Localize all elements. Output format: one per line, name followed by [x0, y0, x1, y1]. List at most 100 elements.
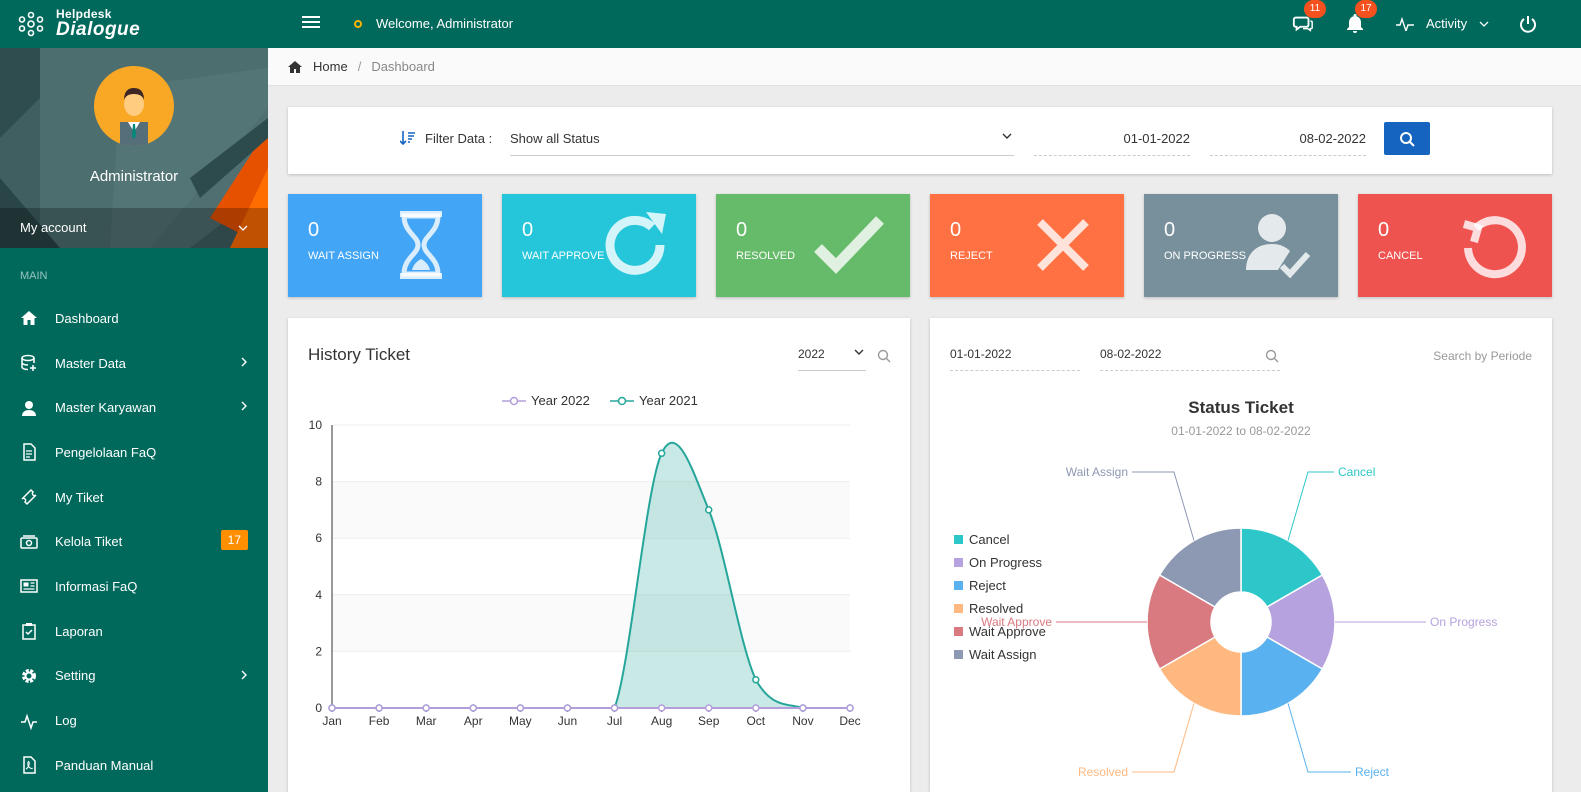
- data-point-year-2022[interactable]: [610, 704, 619, 712]
- pulse-icon: [20, 712, 38, 730]
- data-point-year-2022[interactable]: [516, 704, 525, 712]
- tile-value: 0: [736, 219, 748, 241]
- avatar[interactable]: [94, 66, 174, 146]
- data-point-year-2022[interactable]: [422, 704, 430, 712]
- legend-item[interactable]: Year 2022: [502, 393, 590, 408]
- y-tick-label: 10: [309, 418, 323, 432]
- status-ticket-card: 01-01-2022 08-02-2022 Search by Periode …: [930, 318, 1552, 792]
- x-tick-label: Jun: [558, 714, 577, 728]
- sidebar-item-pengelolaan-faq[interactable]: Pengelolaan FaQ: [0, 430, 268, 475]
- data-point-year-2022[interactable]: [328, 704, 336, 712]
- pie-slice-label: Cancel: [1338, 465, 1375, 479]
- breadcrumb-current: Dashboard: [371, 59, 435, 74]
- power-icon[interactable]: [1518, 14, 1538, 34]
- sidebar-item-my-tiket[interactable]: My Tiket: [0, 475, 268, 520]
- filter-search-button[interactable]: [1384, 122, 1430, 155]
- sidebar-item-setting[interactable]: Setting: [0, 654, 268, 699]
- breadcrumb-home[interactable]: Home: [288, 59, 348, 74]
- undo-icon: [1462, 216, 1526, 279]
- data-point-year-2022[interactable]: [563, 704, 572, 712]
- sidebar-item-dashboard[interactable]: Dashboard: [0, 296, 268, 341]
- chevron-down-icon: [1479, 21, 1489, 27]
- sidebar-item-laporan[interactable]: Laporan: [0, 609, 268, 654]
- tile-wait-approve[interactable]: 0 WAIT APPROVE: [502, 194, 696, 297]
- sidebar-item-kelola-tiket[interactable]: Kelola Tiket 17: [0, 519, 268, 564]
- brand-logo[interactable]: Helpdesk Dialogue: [18, 8, 140, 39]
- status-dot-icon: [354, 19, 362, 28]
- tile-reject[interactable]: 0 REJECT: [930, 194, 1124, 297]
- money-icon: [20, 533, 38, 551]
- tile-value: 0: [950, 219, 962, 241]
- x-tick-label: Apr: [464, 714, 483, 728]
- tile-value: 0: [308, 219, 320, 241]
- x-tick-label: Jan: [322, 714, 341, 728]
- pulse-icon: [1396, 16, 1414, 31]
- sidebar-item-master-karyawan[interactable]: Master Karyawan: [0, 385, 268, 430]
- tile-label: CANCEL: [1378, 250, 1423, 262]
- legend-label: Year 2021: [639, 393, 698, 408]
- chevron-down-icon: [1002, 133, 1012, 139]
- pie-slice-label: Wait Assign: [1066, 465, 1128, 479]
- tile-label: RESOLVED: [736, 250, 796, 262]
- sidebar-item-label: Setting: [55, 668, 96, 684]
- chat-button[interactable]: 11: [1292, 0, 1326, 36]
- pie-slice-label: Wait Approve: [981, 615, 1052, 629]
- sidebar-item-label: Log: [55, 713, 77, 729]
- home-icon: [288, 60, 302, 73]
- grid-band: [332, 481, 850, 539]
- pie-label-line: [1287, 703, 1351, 773]
- sidebar-item-informasi-faq[interactable]: Informasi FaQ: [0, 564, 268, 609]
- tile-on-progress[interactable]: 0 ON PROGRESS: [1144, 194, 1338, 297]
- nav-section-header: MAIN: [20, 270, 48, 282]
- x-tick-label: Jul: [607, 714, 622, 728]
- refresh-icon: [605, 212, 666, 275]
- tile-cancel[interactable]: 0 CANCEL: [1358, 194, 1552, 297]
- x-tick-label: Feb: [369, 714, 390, 728]
- status-select[interactable]: Show all Status: [510, 125, 1014, 156]
- data-point-year-2021[interactable]: [657, 449, 666, 458]
- my-account-dropdown[interactable]: My account: [0, 208, 268, 248]
- welcome-label: Welcome, Administrator: [376, 16, 514, 31]
- chevron-down-icon: [238, 225, 248, 231]
- chevron-right-icon: [241, 357, 247, 367]
- sidebar-item-master-data[interactable]: Master Data: [0, 341, 268, 386]
- sidebar-item-label: Dashboard: [55, 310, 119, 326]
- tile-label: REJECT: [950, 250, 993, 262]
- y-tick-label: 0: [315, 701, 322, 715]
- my-account-label: My account: [20, 220, 87, 235]
- status-pie-chart: Cancel On Progress Reject Resolved Wait Appr…: [981, 465, 1497, 779]
- tile-resolved[interactable]: 0 RESOLVED: [716, 194, 910, 297]
- sidebar-item-log[interactable]: Log: [0, 698, 268, 743]
- data-point-year-2022[interactable]: [657, 704, 666, 712]
- nav-list: Dashboard Master Data Master Karyawan Penge…: [0, 296, 268, 788]
- data-point-year-2022[interactable]: [846, 704, 854, 712]
- data-point-year-2021[interactable]: [752, 675, 760, 684]
- data-point-year-2022[interactable]: [799, 704, 807, 712]
- chevron-right-icon: [241, 401, 247, 411]
- notification-button[interactable]: 17: [1343, 0, 1377, 36]
- data-point-year-2021[interactable]: [704, 506, 713, 514]
- chat-badge: 11: [1304, 0, 1326, 18]
- search-icon: [1400, 131, 1415, 147]
- data-point-year-2022[interactable]: [469, 704, 478, 712]
- notification-badge: 17: [1355, 0, 1377, 18]
- sidebar-item-label: Master Karyawan: [55, 400, 157, 416]
- document-icon: [20, 443, 38, 462]
- tile-value: 0: [522, 219, 534, 241]
- legend-item[interactable]: Year 2021: [610, 393, 698, 408]
- sidebar-item-panduan-manual[interactable]: Panduan Manual: [0, 743, 268, 788]
- sidebar-item-label: My Tiket: [55, 489, 104, 505]
- data-point-year-2022[interactable]: [704, 704, 713, 712]
- date-to-input[interactable]: 08-02-2022: [1210, 125, 1366, 156]
- data-point-year-2022[interactable]: [375, 704, 383, 712]
- activity-dropdown[interactable]: Activity: [1396, 16, 1489, 31]
- data-point-year-2022[interactable]: [752, 704, 760, 712]
- tile-wait-assign[interactable]: 0 WAIT ASSIGN: [288, 194, 482, 297]
- y-tick-label: 6: [315, 531, 322, 545]
- close-icon: [1037, 219, 1089, 271]
- sort-filter-icon: [400, 131, 415, 146]
- date-from-input[interactable]: 01-01-2022: [1034, 125, 1190, 156]
- menu-toggle-icon[interactable]: [302, 16, 320, 30]
- home-icon: [20, 309, 38, 327]
- gear-icon: [20, 667, 38, 685]
